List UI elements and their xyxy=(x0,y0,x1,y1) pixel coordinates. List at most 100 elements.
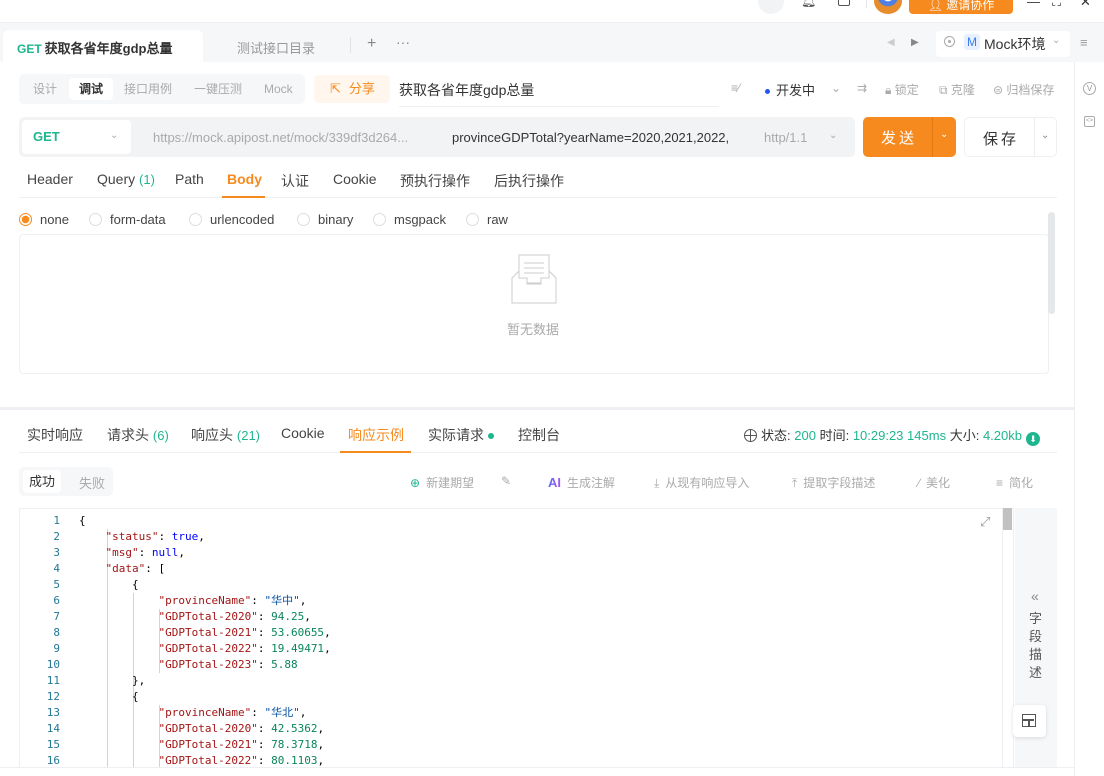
download-icon[interactable]: ⬇ xyxy=(1026,432,1040,446)
sort-icon[interactable]: ≡⁄ xyxy=(731,81,740,95)
invite-collaborate-button[interactable]: 👤︎ 邀请协作 xyxy=(909,0,1013,14)
chevron-down-icon[interactable]: ⌄ xyxy=(831,81,841,95)
protocol-select[interactable]: http/1.1 xyxy=(764,130,807,145)
code-line: { xyxy=(79,513,331,529)
simplify-button[interactable]: ≡ 简化 xyxy=(996,474,1033,491)
tab-auth[interactable]: 认证 xyxy=(281,171,309,191)
divider xyxy=(0,767,1074,768)
version-icon[interactable]: V xyxy=(1083,82,1096,95)
example-success-tab[interactable]: 成功 xyxy=(23,470,61,493)
send-button[interactable]: 发送 ⌄ xyxy=(863,117,956,157)
lock-button[interactable]: 🔒︎ 锁定 xyxy=(885,81,919,98)
tab-test-directory[interactable]: 测试接口目录 xyxy=(237,38,315,57)
clone-button[interactable]: ⧉ 克隆 xyxy=(939,81,975,98)
refresh-icon[interactable] xyxy=(758,0,784,14)
mode-design[interactable]: 设计 xyxy=(33,78,57,100)
scrollbar-thumb[interactable] xyxy=(1003,508,1012,530)
save-button[interactable]: 保存 ⌄ xyxy=(964,117,1057,157)
response-tabs: 实时响应 请求头 (6) 响应头 (21) Cookie 响应示例 实际请求 控… xyxy=(19,415,1057,453)
close-button[interactable]: ✕ xyxy=(1080,0,1091,10)
code-token: "data" xyxy=(105,562,146,575)
expand-icon[interactable]: ⤢ xyxy=(980,514,990,530)
radio-none[interactable]: none xyxy=(19,212,69,227)
tab-console[interactable]: 控制台 xyxy=(518,425,560,445)
tab-header[interactable]: Header xyxy=(27,171,73,187)
mode-stress-test[interactable]: 一键压测 xyxy=(194,78,242,100)
code-editor[interactable]: 1 2 3 4 5 6 7 8 9 10 11 12 13 14 15 16 { "status": true… xyxy=(19,508,1014,768)
edit-icon[interactable]: ✎ xyxy=(501,474,511,488)
status-code: 200 xyxy=(794,428,816,443)
tab-post-script[interactable]: 后执行操作 xyxy=(494,171,564,191)
resize-handle[interactable] xyxy=(0,407,1074,410)
code-line: { xyxy=(79,577,331,593)
chevron-down-icon[interactable]: ⌄ xyxy=(829,130,837,141)
mode-debug[interactable]: 调试 xyxy=(69,78,114,100)
tab-pre-script[interactable]: 预执行操作 xyxy=(400,171,470,191)
minimize-button[interactable]: — xyxy=(1027,0,1040,9)
more-tabs-button[interactable]: ··· xyxy=(396,34,410,50)
code-token: : xyxy=(257,610,272,623)
url-base[interactable]: https://mock.apipost.net/mock/339df3d264… xyxy=(153,130,408,145)
tab-body[interactable]: Body xyxy=(227,171,262,187)
scroll-right-icon[interactable]: ▶ xyxy=(911,37,919,48)
eye-icon[interactable] xyxy=(944,36,955,47)
share-button[interactable]: ⇱ 分享 xyxy=(314,75,390,103)
radio-msgpack[interactable]: msgpack xyxy=(373,212,446,227)
tab-actual-request[interactable]: 实际请求 xyxy=(428,425,494,445)
save-options-chevron-icon[interactable]: ⌄ xyxy=(1041,130,1049,141)
example-switcher: 成功 失败 xyxy=(19,467,113,496)
line-number: 2 xyxy=(53,530,60,543)
double-chevron-left-icon[interactable]: « xyxy=(1031,588,1039,604)
mode-mock[interactable]: Mock xyxy=(264,78,293,100)
new-expectation-button[interactable]: ⊕ 新建期望 xyxy=(410,474,474,491)
archive-save-button[interactable]: ⊜ 归档保存 xyxy=(993,81,1054,98)
hamburger-menu-icon[interactable]: ≡ xyxy=(1080,35,1088,50)
chevron-down-icon: ⌄ xyxy=(1052,35,1061,46)
send-options-chevron-icon[interactable]: ⌄ xyxy=(940,129,948,140)
tab-get-gdp[interactable]: GET 获取各省年度gdp总量 xyxy=(3,30,203,63)
tab-cookie[interactable]: Cookie xyxy=(281,425,325,441)
field-description-label: 字段描述 xyxy=(1029,611,1043,680)
upload-icon: ⤒ xyxy=(792,476,798,490)
mode-switcher: 设计 调试 接口用例 一键压测 Mock xyxy=(19,74,305,104)
code-icon[interactable]: <> xyxy=(1084,116,1095,127)
status-dropdown[interactable]: 开发中 xyxy=(765,80,815,99)
method-select[interactable]: GET ⌄ xyxy=(22,120,131,154)
environment-selector[interactable]: M Mock环境 ⌄ xyxy=(936,31,1070,57)
import-from-response-button[interactable]: ⤓ 从现有响应导入 xyxy=(654,474,749,491)
radio-urlencoded[interactable]: urlencoded xyxy=(189,212,274,227)
tab-label: 获取各省年度gdp总量 xyxy=(44,41,173,56)
response-time: 10:29:23 xyxy=(852,428,904,443)
export-icon[interactable]: ⇉ xyxy=(857,81,867,95)
generate-annotation-button[interactable]: AI 生成注解 xyxy=(548,474,615,491)
code-line: "provinceName": "华中", xyxy=(79,593,331,609)
tab-response-example[interactable]: 响应示例 xyxy=(348,425,404,445)
avatar[interactable] xyxy=(874,0,902,14)
maximize-button[interactable]: ⛶ xyxy=(1052,0,1061,10)
radio-raw[interactable]: raw xyxy=(466,212,508,227)
scrollbar[interactable] xyxy=(1048,212,1055,314)
tab-cookie[interactable]: Cookie xyxy=(333,171,377,187)
mode-test-case[interactable]: 接口用例 xyxy=(124,78,172,100)
add-tab-button[interactable]: + xyxy=(367,35,376,53)
extract-field-desc-button[interactable]: ⤒ 提取字段描述 xyxy=(792,474,875,491)
radio-form-data[interactable]: form-data xyxy=(89,212,166,227)
api-name-input[interactable]: 获取各省年度gdp总量 xyxy=(399,80,719,107)
scroll-left-icon[interactable]: ◀ xyxy=(887,37,895,48)
empty-text: 暂无数据 xyxy=(507,322,560,337)
method-badge: GET xyxy=(17,42,42,56)
example-fail-tab[interactable]: 失败 xyxy=(79,473,105,492)
tab-query[interactable]: Query (1) xyxy=(97,171,155,187)
layout-toggle-button[interactable] xyxy=(1013,705,1046,737)
tab-live-response[interactable]: 实时响应 xyxy=(27,425,83,445)
tab-path[interactable]: Path xyxy=(175,171,204,187)
beautify-button[interactable]: ⁄ 美化 xyxy=(918,474,950,491)
tab-response-headers[interactable]: 响应头 (21) xyxy=(191,425,260,445)
status-dot xyxy=(488,433,494,440)
tab-request-headers[interactable]: 请求头 (6) xyxy=(107,425,169,445)
bell-icon[interactable]: 🔔︎ xyxy=(801,0,816,8)
document-icon[interactable] xyxy=(838,0,850,6)
code-token: null xyxy=(151,546,179,559)
radio-binary[interactable]: binary xyxy=(297,212,353,227)
url-input[interactable]: provinceGDPTotal?yearName=2020,2021,2022… xyxy=(452,130,729,145)
